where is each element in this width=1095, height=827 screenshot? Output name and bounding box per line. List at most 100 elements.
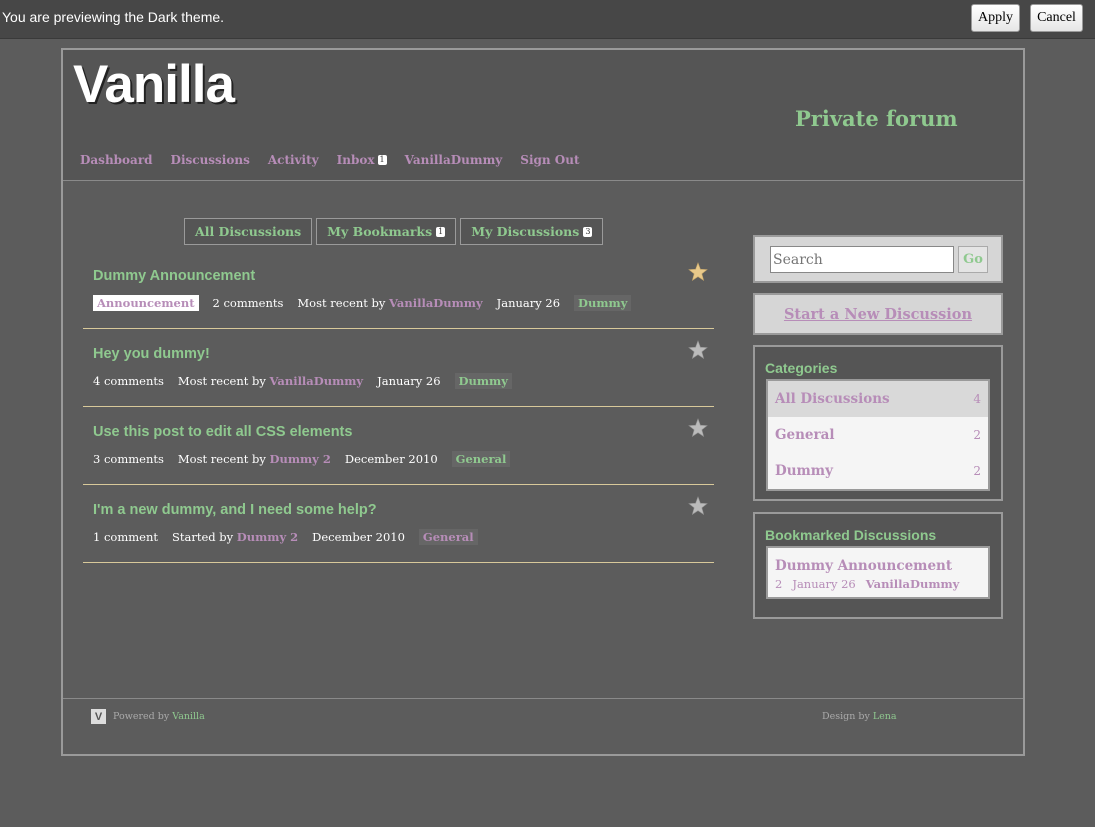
category-item-dummy[interactable]: Dummy 2 [768, 453, 988, 489]
category-tag[interactable]: Dummy [574, 295, 632, 311]
last-comment: Most recent by VanillaDummy [178, 374, 363, 388]
category-item-general[interactable]: General 2 [768, 417, 988, 453]
search-input[interactable] [770, 246, 954, 273]
bookmark-title[interactable]: Dummy Announcement [775, 558, 952, 574]
discussion-date: December 2010 [344, 452, 438, 466]
search-box: Go [753, 235, 1003, 283]
site-header: Vanilla Private forum Dashboard Discussi… [63, 50, 1023, 181]
discussion-date: December 2010 [312, 530, 405, 544]
tab-my-discussions[interactable]: My Discussions 3 [460, 218, 604, 245]
bookmark-meta: 2 January 26 VanillaDummy [775, 577, 981, 591]
menu-sign-out[interactable]: Sign Out [520, 153, 579, 167]
bookmark-star-icon[interactable] [688, 340, 708, 360]
first-comment: Started by Dummy 2 [172, 530, 298, 544]
menu-label: VanillaDummy [404, 153, 503, 167]
my-discussions-count-badge: 3 [583, 226, 593, 237]
site-logo[interactable]: Vanilla [73, 54, 235, 115]
menu-label: Dashboard [80, 153, 153, 167]
discussion-title[interactable]: I'm a new dummy, and I need some help? [93, 502, 377, 518]
theme-preview-bar: You are previewing the Dark theme. Apply… [0, 0, 1095, 39]
menu-dashboard[interactable]: Dashboard [80, 153, 153, 167]
comment-count: 3 comments [93, 452, 164, 466]
discussion-list: Dummy Announcement Announcement 2 commen… [83, 251, 714, 563]
bookmark-date: January 26 [792, 577, 856, 591]
category-count: 4 [973, 392, 981, 406]
user-link[interactable]: Dummy 2 [237, 530, 298, 544]
search-go-button[interactable]: Go [958, 246, 988, 273]
discussion-item: I'm a new dummy, and I need some help? 1… [83, 485, 714, 563]
bookmarks-count-badge: 1 [436, 226, 446, 237]
category-tag[interactable]: General [418, 529, 478, 545]
category-label: General [775, 427, 835, 443]
category-tag[interactable]: General [451, 451, 511, 467]
discussion-date: January 26 [496, 296, 561, 310]
inbox-count-badge: 1 [377, 155, 387, 165]
comment-count: 4 comments [93, 374, 164, 388]
menu-label: Discussions [170, 153, 250, 167]
site-footer: V Powered by Vanilla Design by Lena [63, 698, 1023, 754]
apply-button[interactable]: Apply [971, 4, 1020, 32]
bookmark-star-icon[interactable] [688, 418, 708, 438]
bookmarks-box: Bookmarked Discussions Dummy Announcemen… [753, 512, 1003, 619]
user-link[interactable]: VanillaDummy [389, 296, 483, 310]
comment-count: 2 comments [212, 296, 284, 310]
discussion-item: Use this post to edit all CSS elements 3… [83, 407, 714, 485]
category-count: 2 [973, 428, 981, 442]
comment-count: 1 comment [93, 530, 158, 544]
menu-label: Sign Out [520, 153, 580, 167]
bookmark-list: Dummy Announcement 2 January 26 VanillaD… [766, 546, 990, 599]
bookmark-user[interactable]: VanillaDummy [866, 577, 960, 591]
discussion-item: Dummy Announcement Announcement 2 commen… [83, 251, 714, 329]
discussion-date: January 26 [377, 374, 441, 388]
design-by-label: Design by [822, 711, 870, 722]
menu-label: Activity [267, 153, 319, 167]
user-link[interactable]: VanillaDummy [270, 374, 364, 388]
category-count: 2 [973, 464, 981, 478]
recent-prefix: Most recent by [177, 374, 266, 388]
recent-prefix: Most recent by [177, 452, 266, 466]
site-tagline: Private forum [795, 106, 958, 131]
discussion-meta: 3 comments Most recent by Dummy 2 Decemb… [93, 451, 511, 467]
discussion-meta: 1 comment Started by Dummy 2 December 20… [93, 529, 478, 545]
discussion-item: Hey you dummy! 4 comments Most recent by… [83, 329, 714, 407]
main-menu: Dashboard Discussions Activity Inbox 1 Va… [80, 153, 580, 167]
vanilla-link[interactable]: Vanilla [172, 711, 205, 722]
last-comment: Most recent by Dummy 2 [178, 452, 331, 466]
started-prefix: Started by [171, 530, 234, 544]
design-credit: Design by Lena [822, 711, 897, 722]
preview-message: You are previewing the Dark theme. [2, 9, 225, 25]
tab-my-bookmarks[interactable]: My Bookmarks 1 [316, 218, 457, 245]
discussion-title[interactable]: Hey you dummy! [93, 346, 210, 362]
category-label: All Discussions [775, 391, 890, 407]
categories-heading: Categories [765, 360, 838, 376]
menu-inbox[interactable]: Inbox 1 [337, 153, 387, 167]
menu-activity[interactable]: Activity [268, 153, 319, 167]
tab-label: All Discussions [195, 224, 302, 239]
category-label: Dummy [775, 463, 833, 479]
tab-label: My Discussions [471, 224, 580, 239]
discussion-title[interactable]: Use this post to edit all CSS elements [93, 424, 352, 440]
category-list: All Discussions 4 General 2 Dummy 2 [766, 379, 990, 491]
vanilla-logo-icon: V [91, 709, 106, 724]
discussion-title[interactable]: Dummy Announcement [93, 268, 255, 284]
category-item-all[interactable]: All Discussions 4 [768, 381, 988, 417]
tab-label: My Bookmarks [327, 224, 433, 239]
new-discussion-button[interactable]: Start a New Discussion [753, 293, 1003, 335]
menu-profile[interactable]: VanillaDummy [405, 153, 503, 167]
designer-link[interactable]: Lena [873, 711, 897, 722]
category-tag[interactable]: Dummy [454, 373, 512, 389]
recent-prefix: Most recent by [297, 296, 386, 310]
discussion-tabs: All Discussions My Bookmarks 1 My Discuss… [184, 218, 604, 245]
tab-all-discussions[interactable]: All Discussions [184, 218, 313, 245]
last-comment: Most recent by VanillaDummy [297, 296, 482, 310]
discussion-meta: 4 comments Most recent by VanillaDummy J… [93, 373, 512, 389]
categories-box: Categories All Discussions 4 General 2 Dum… [753, 345, 1003, 501]
bookmark-star-icon[interactable] [688, 262, 708, 282]
forum-frame: Vanilla Private forum Dashboard Discussi… [61, 48, 1025, 756]
user-link[interactable]: Dummy 2 [270, 452, 331, 466]
bookmark-comment-count: 2 [775, 577, 783, 591]
bookmarks-heading: Bookmarked Discussions [765, 527, 937, 543]
cancel-button[interactable]: Cancel [1030, 4, 1083, 32]
menu-discussions[interactable]: Discussions [171, 153, 250, 167]
bookmark-star-icon[interactable] [688, 496, 708, 516]
